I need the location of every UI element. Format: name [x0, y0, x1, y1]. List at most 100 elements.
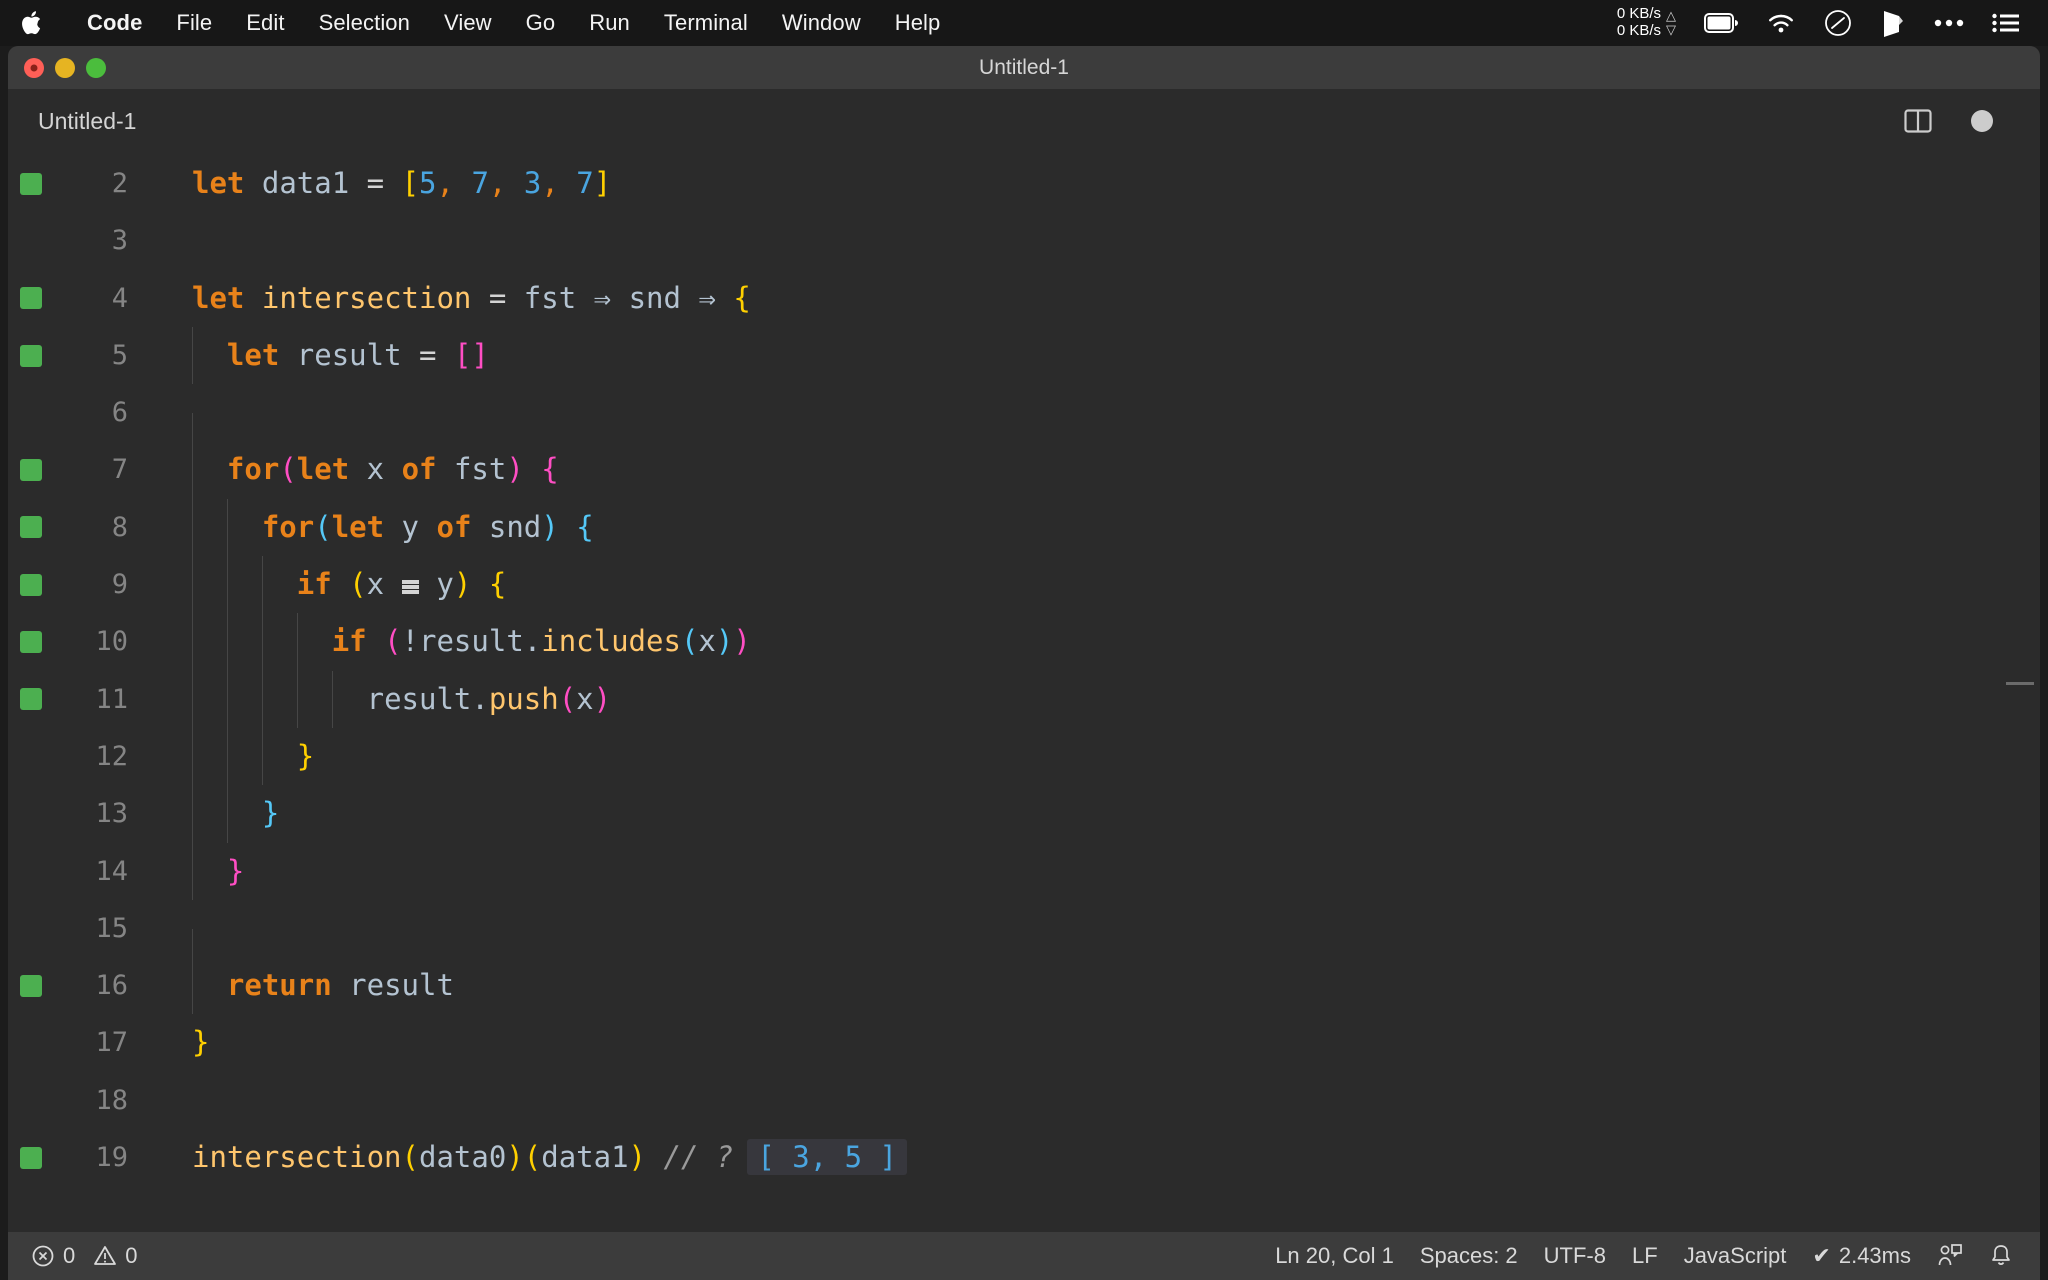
indent-guide: [192, 785, 193, 843]
feedback-icon[interactable]: [1924, 1232, 1976, 1280]
code-token: {: [541, 452, 559, 487]
code-token: (: [279, 452, 297, 487]
dropbox-icon[interactable]: [1866, 0, 1920, 46]
line-number: 14: [95, 855, 128, 887]
code-token: ⇒: [698, 280, 716, 315]
code-token: (: [558, 681, 577, 716]
line-content: }: [136, 842, 2040, 900]
code-token: includes: [541, 624, 681, 659]
code-line[interactable]: 7 for(let x of fst) {: [8, 441, 2040, 499]
code-token: ): [541, 509, 559, 544]
code-token: ): [506, 452, 524, 487]
control-center-icon[interactable]: [1810, 0, 1866, 46]
line-number: 12: [95, 740, 128, 772]
tab-untitled-1[interactable]: Untitled-1: [8, 90, 164, 152]
indent-guide: [296, 613, 298, 671]
indent-guide: [192, 727, 193, 786]
error-icon: [31, 1244, 55, 1268]
minimize-button[interactable]: [55, 57, 75, 78]
quokka-check-icon: ✔: [1812, 1243, 1831, 1268]
unsaved-indicator[interactable]: [1950, 90, 2014, 152]
problems-indicator[interactable]: 0 0: [18, 1232, 151, 1280]
code-line[interactable]: 14 }: [8, 842, 2040, 900]
menu-item-help[interactable]: Help: [878, 8, 958, 38]
scrollbar-marker[interactable]: [2006, 682, 2034, 685]
line-number: 4: [111, 282, 128, 314]
code-token: ): [715, 624, 734, 659]
code-line[interactable]: 9 if (x y) {: [8, 556, 2040, 614]
code-editor[interactable]: 2 let data1 = [5, 7, 3, 7] 3 4 let intersect…: [8, 152, 2040, 1232]
code-line[interactable]: 15: [8, 900, 2040, 986]
network-download-speed: 0 KB/s: [1616, 22, 1661, 39]
quokka-inline-result: [ 3, 5 ]: [747, 1139, 908, 1176]
code-line[interactable]: 17}: [8, 1014, 2040, 1071]
code-line[interactable]: 2 let data1 = [5, 7, 3, 7]: [8, 155, 2040, 212]
code-line[interactable]: 4 let intersection = fst ⇒ snd ⇒ {: [8, 270, 2040, 327]
menu-item-go[interactable]: Go: [509, 8, 573, 38]
menu-item-terminal[interactable]: Terminal: [647, 8, 765, 38]
ellipsis-icon[interactable]: [1920, 0, 1978, 46]
code-line[interactable]: 19 intersection(data0)(data1) // ?[ 3, 5 …: [8, 1129, 2040, 1186]
wifi-icon[interactable]: [1752, 0, 1810, 46]
code-line[interactable]: 10 if (!result.includes(x)): [8, 613, 2040, 671]
code-token: ): [733, 624, 751, 659]
encoding-setting[interactable]: UTF-8: [1531, 1232, 1619, 1280]
line-number: 19: [95, 1142, 128, 1174]
menu-item-run[interactable]: Run: [572, 8, 647, 38]
quokka-coverage-gutter: [8, 344, 54, 367]
code-line[interactable]: 8 for(let y of snd) {: [8, 498, 2040, 557]
code-line[interactable]: 11 result.push(x): [8, 670, 2040, 728]
code-token: }: [192, 1025, 210, 1060]
code-token: ,: [436, 166, 454, 200]
menu-item-file[interactable]: File: [159, 8, 229, 38]
code-line[interactable]: 6: [8, 384, 2040, 471]
menu-item-view[interactable]: View: [427, 8, 509, 38]
menu-item-window[interactable]: Window: [765, 8, 878, 38]
code-line[interactable]: 16 return result: [8, 957, 2040, 1015]
upload-arrow-icon: △: [1666, 7, 1676, 23]
indent-guide: [192, 441, 193, 499]
code-line[interactable]: 5 let result = []: [8, 326, 2040, 385]
language-mode[interactable]: JavaScript: [1671, 1232, 1800, 1280]
close-button[interactable]: [24, 57, 44, 78]
bell-icon[interactable]: [1976, 1232, 2026, 1280]
quokka-coverage-gutter: [8, 688, 54, 711]
code-token: ): [506, 1140, 524, 1175]
code-token: {: [488, 567, 507, 602]
code-token: intersection: [192, 1140, 402, 1175]
menu-item-code[interactable]: Code: [70, 8, 159, 38]
network-speed-indicator[interactable]: 0 KB/s 0 KB/s △ ▽: [1616, 5, 1676, 40]
indentation-setting[interactable]: Spaces: 2: [1407, 1232, 1531, 1280]
menu-item-selection[interactable]: Selection: [302, 8, 427, 38]
macos-menu-bar: Code File Edit Selection View Go Run Ter…: [0, 0, 2048, 46]
code-line[interactable]: 13 }: [8, 785, 2040, 843]
code-token: =: [366, 166, 385, 200]
code-token: !: [401, 624, 420, 659]
split-editor-icon[interactable]: [1886, 90, 1950, 152]
eol-setting[interactable]: LF: [1619, 1232, 1671, 1280]
code-token: .: [471, 681, 489, 716]
cursor-position[interactable]: Ln 20, Col 1: [1262, 1232, 1407, 1280]
code-token: 7: [471, 166, 489, 200]
maximize-button[interactable]: [86, 57, 106, 78]
list-icon[interactable]: [1978, 0, 2034, 46]
code-line[interactable]: 12 }: [8, 727, 2040, 786]
apple-logo-icon[interactable]: [18, 8, 44, 38]
code-token: }: [226, 853, 245, 888]
battery-icon[interactable]: [1690, 0, 1752, 46]
code-line[interactable]: 3: [8, 212, 2040, 269]
menu-item-edit[interactable]: Edit: [229, 8, 301, 38]
quokka-status[interactable]: ✔ 2.43ms: [1799, 1232, 1924, 1280]
line-content: result.push(x): [136, 670, 2040, 728]
code-token: ): [593, 681, 612, 716]
code-line[interactable]: 18: [8, 1072, 2040, 1129]
